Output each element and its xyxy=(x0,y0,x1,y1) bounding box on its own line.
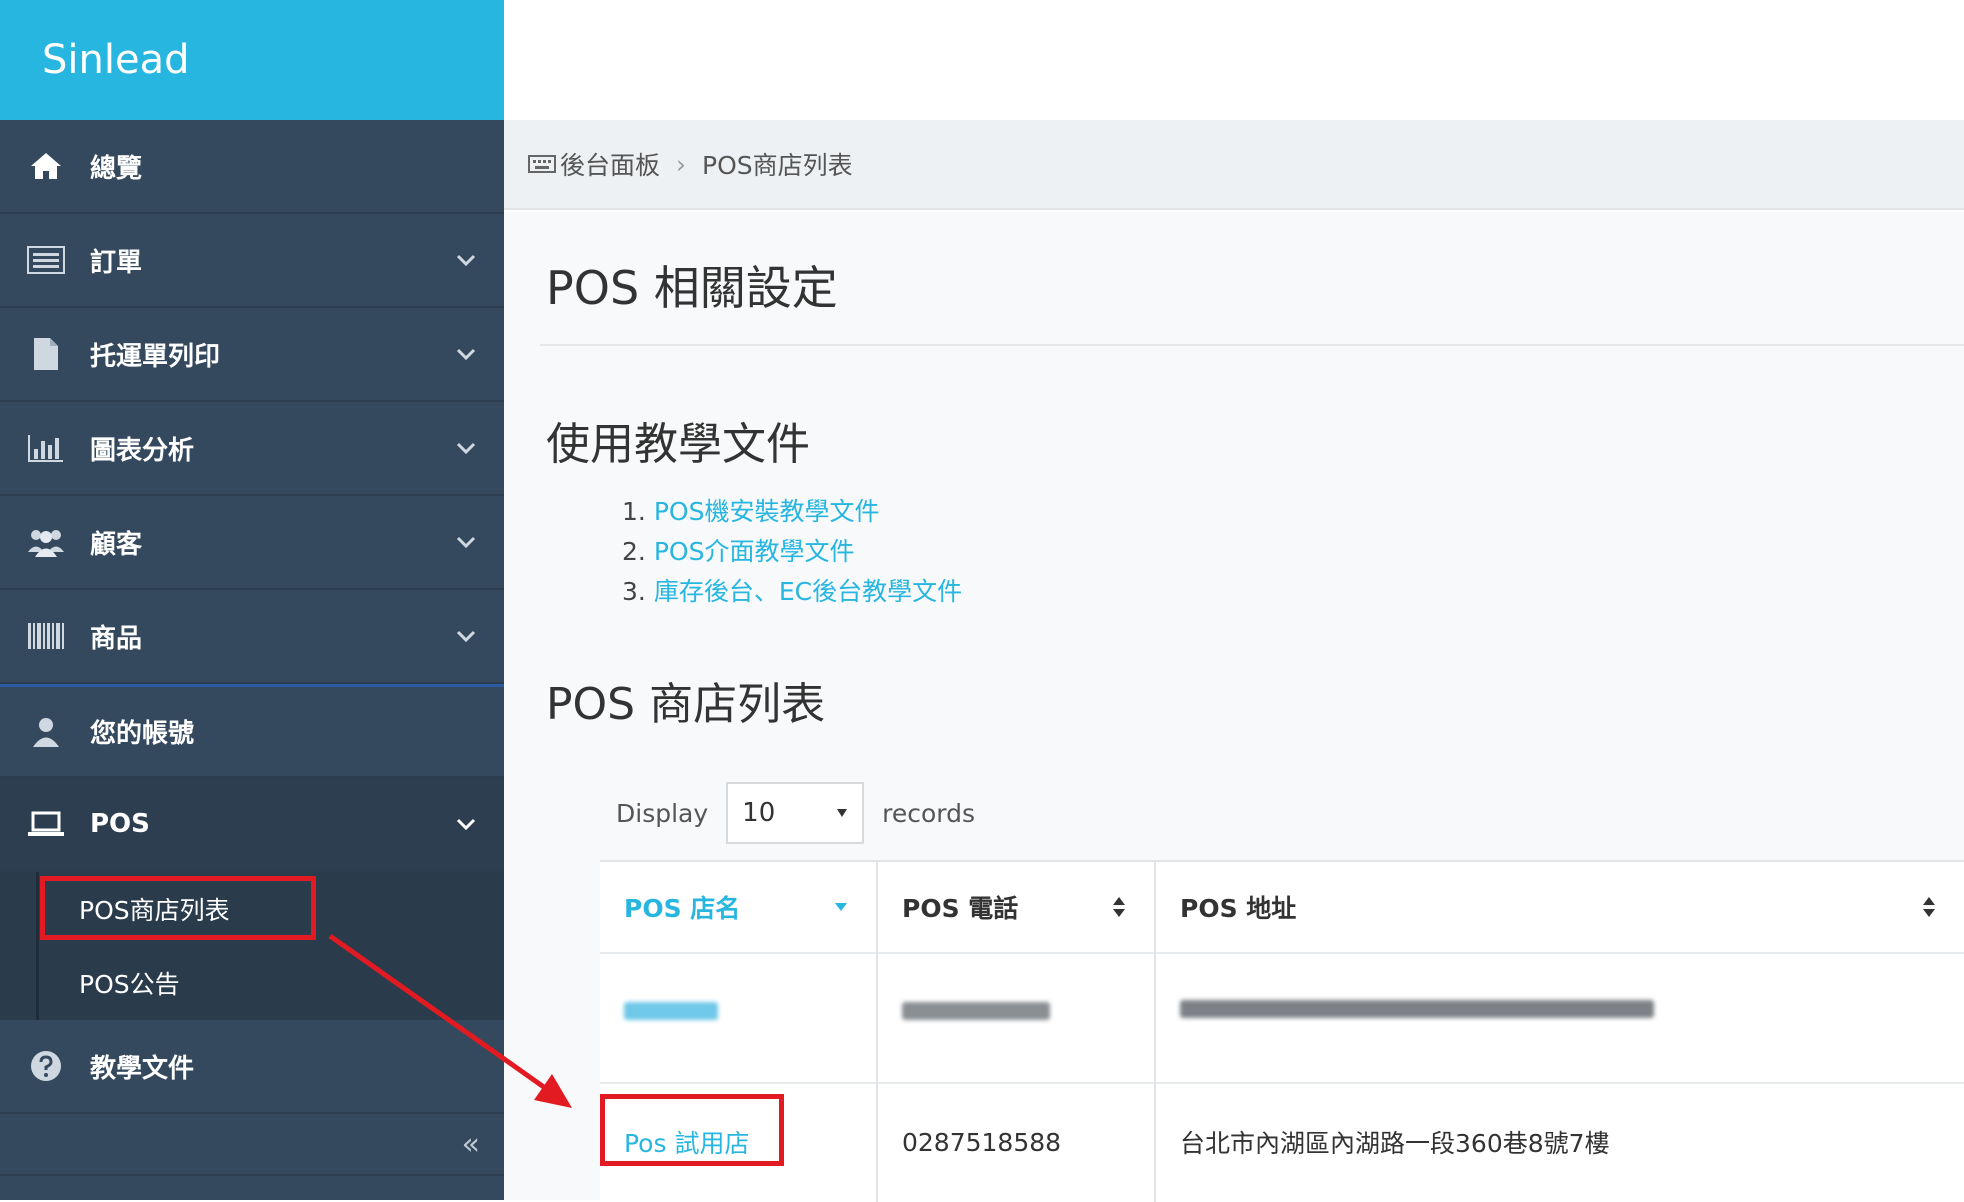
sidebar-item-label: 訂單 xyxy=(90,247,143,278)
list-number: 3. xyxy=(622,577,646,606)
sidebar-item-customers[interactable]: 顧客 xyxy=(0,496,504,590)
store-section-title: POS 商店列表 xyxy=(546,679,826,730)
page-title: POS 相關設定 xyxy=(546,261,838,315)
sort-desc-icon xyxy=(835,903,847,911)
list-number: 2. xyxy=(622,537,646,566)
sidebar-item-label: 總覽 xyxy=(90,153,143,184)
breadcrumb-separator-icon: › xyxy=(676,149,687,179)
header-label: POS 店名 xyxy=(624,894,741,923)
double-chevron-left-icon: « xyxy=(461,1126,480,1162)
sidebar-item-label: 教學文件 xyxy=(90,1053,195,1084)
barcode-icon xyxy=(24,614,68,658)
chevron-down-icon xyxy=(456,536,476,549)
chevron-down-icon xyxy=(456,348,476,361)
redacted-store-phone xyxy=(902,1002,1050,1020)
sidebar-item-label: 顧客 xyxy=(90,529,143,560)
list-item: 2. POS介面教學文件 xyxy=(622,532,962,572)
main-content: POS 相關設定 使用教學文件 1. POS機安裝教學文件 2. POS介面教學… xyxy=(504,212,1964,1202)
sort-icon xyxy=(1113,897,1125,917)
highlight-box-store-name xyxy=(600,1094,784,1166)
breadcrumb-current: POS商店列表 xyxy=(702,151,853,180)
breadcrumb: 後台面板 › POS商店列表 xyxy=(504,120,1964,210)
docs-link-backend[interactable]: 庫存後台、EC後台教學文件 xyxy=(654,572,962,612)
sidebar-item-label: 商品 xyxy=(90,623,143,654)
docs-link-pos-interface[interactable]: POS介面教學文件 xyxy=(654,532,855,572)
sidebar-item-docs[interactable]: 教學文件 xyxy=(0,1020,504,1114)
docs-link-pos-install[interactable]: POS機安裝教學文件 xyxy=(654,492,880,532)
display-label: Display xyxy=(616,798,709,828)
store-phone: 0287518588 xyxy=(902,1127,1062,1157)
records-per-page-select[interactable]: 10 xyxy=(726,782,865,844)
title-divider xyxy=(540,344,1964,346)
sidebar-item-analytics[interactable]: 圖表分析 xyxy=(0,402,504,496)
sidebar-item-shipping-print[interactable]: 托運單列印 xyxy=(0,308,504,402)
list-item: 1. POS機安裝教學文件 xyxy=(622,492,962,532)
table-column-divider xyxy=(1154,862,1156,1202)
records-label: records xyxy=(882,798,976,828)
header-label: POS 地址 xyxy=(1180,894,1297,923)
sort-icon xyxy=(1923,897,1935,917)
bar-chart-icon xyxy=(24,426,68,470)
sidebar-item-account[interactable]: 您的帳號 xyxy=(0,684,504,778)
column-header-store-address[interactable]: POS 地址 xyxy=(1156,862,1964,952)
list-item: 3. 庫存後台、EC後台教學文件 xyxy=(622,572,962,612)
users-icon xyxy=(24,520,68,564)
chevron-down-icon xyxy=(456,630,476,643)
column-header-store-phone[interactable]: POS 電話 xyxy=(878,862,1154,952)
records-per-page: Display 10 records xyxy=(616,782,975,844)
list-number: 1. xyxy=(622,497,646,526)
home-icon xyxy=(24,144,68,188)
redacted-store-name xyxy=(624,1002,718,1020)
chevron-down-icon xyxy=(456,442,476,455)
file-icon xyxy=(24,332,68,376)
select-value: 10 xyxy=(742,798,776,828)
table-divider xyxy=(600,952,1964,954)
brand-logo[interactable]: Sinlead xyxy=(0,0,504,120)
column-header-store-name[interactable]: POS 店名 xyxy=(600,862,876,952)
redacted-store-address xyxy=(1180,1000,1654,1018)
sidebar-item-overview[interactable]: 總覽 xyxy=(0,120,504,214)
sidebar-item-products[interactable]: 商品 xyxy=(0,590,504,684)
sidebar-item-orders[interactable]: 訂單 xyxy=(0,214,504,308)
table-column-divider xyxy=(876,862,878,1202)
sidebar-item-label: 圖表分析 xyxy=(90,435,195,466)
keyboard-icon xyxy=(528,155,556,173)
pos-store-table: POS 店名 POS 電話 POS 地址 Pos 試用店 0287518588 … xyxy=(600,860,1964,1202)
sidebar-item-label: 托運單列印 xyxy=(90,341,221,372)
sidebar-subitem-pos-announcement[interactable]: POS公告 xyxy=(36,946,504,1020)
docs-section-title: 使用教學文件 xyxy=(546,419,810,470)
breadcrumb-root-link[interactable]: 後台面板 xyxy=(560,146,660,182)
sidebar-item-label: 您的帳號 xyxy=(90,719,195,749)
sidebar-collapse-button[interactable]: « xyxy=(0,1114,504,1176)
chevron-down-icon xyxy=(456,818,476,831)
header-label: POS 電話 xyxy=(902,894,1019,923)
caret-down-icon xyxy=(837,809,848,817)
sidebar: 總覽 訂單 托運單列印 圖表分析 顧客 商品 您的帳號 POS POS商店列表 … xyxy=(0,120,504,1200)
list-icon xyxy=(24,238,68,282)
store-address: 台北市內湖區內湖路一段360巷8號7樓 xyxy=(1180,1129,1610,1158)
question-circle-icon xyxy=(24,1044,68,1088)
sidebar-item-pos[interactable]: POS xyxy=(0,778,504,872)
user-icon xyxy=(24,710,68,754)
chevron-down-icon xyxy=(456,254,476,267)
sidebar-item-label: POS xyxy=(90,809,150,839)
docs-link-list: 1. POS機安裝教學文件 2. POS介面教學文件 3. 庫存後台、EC後台教… xyxy=(622,492,962,612)
highlight-box-store-list xyxy=(40,876,316,940)
laptop-icon xyxy=(24,802,68,846)
